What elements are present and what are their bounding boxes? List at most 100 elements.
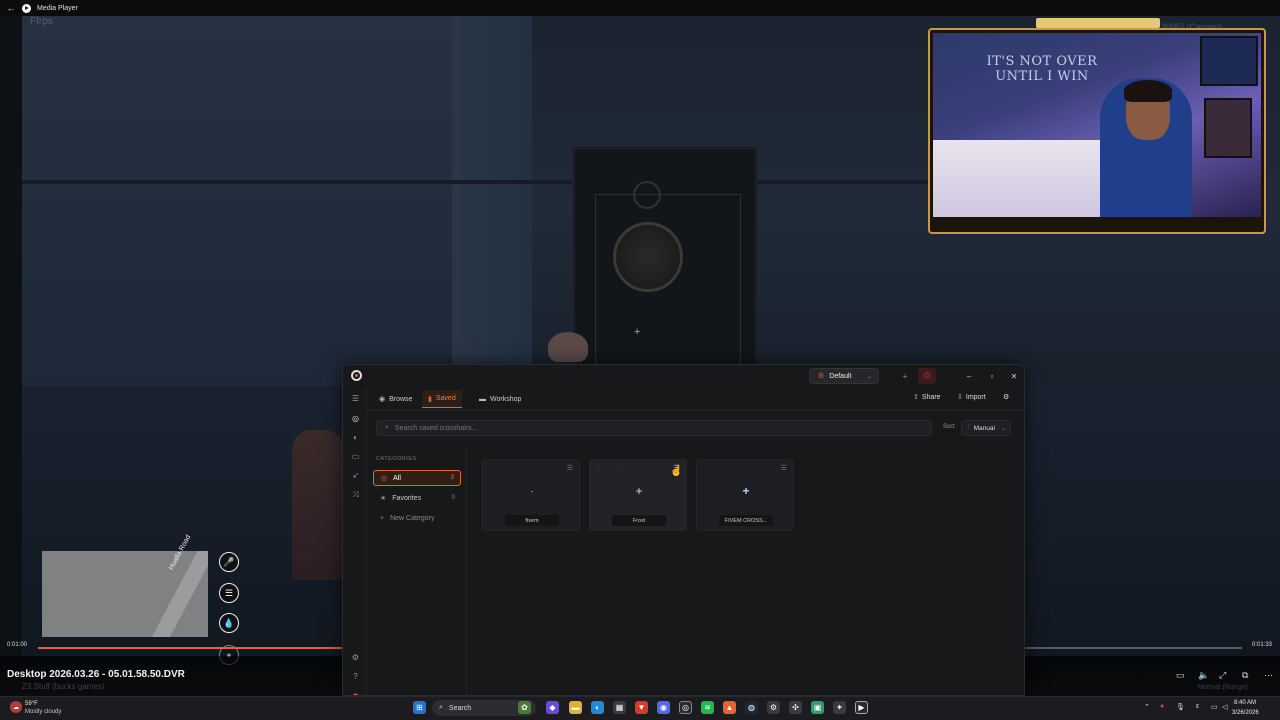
spotify-icon[interactable]: ≋: [701, 701, 714, 714]
file-explorer-icon[interactable]: ▬: [569, 701, 582, 714]
category-count: 0: [451, 495, 455, 501]
duplicate-icon[interactable]: ▫: [616, 464, 618, 470]
card-menu-icon[interactable]: ☰: [567, 464, 573, 472]
new-category-button[interactable]: + New Category: [373, 510, 461, 526]
language-icon[interactable]: ε: [1196, 703, 1199, 710]
launcher-icon[interactable]: ▲: [723, 701, 736, 714]
crosshair-card[interactable]: ☰ + FIVEM CROSS...: [696, 459, 794, 531]
settings-app-icon[interactable]: ⚙: [767, 701, 780, 714]
profile-icon: ⚙: [818, 373, 825, 380]
app-logo-icon: [351, 370, 362, 381]
palette-icon[interactable]: ◐: [350, 432, 361, 443]
crosshair-preview: +: [635, 484, 643, 498]
plus-icon: +: [380, 514, 385, 522]
crosshair-toggle-icon[interactable]: +: [896, 368, 914, 384]
copilot-icon[interactable]: ◆: [546, 701, 559, 714]
tab-workshop[interactable]: ▬ Workshop: [473, 390, 527, 408]
display-icon[interactable]: ▭: [350, 451, 361, 462]
app-tabs: ◉ Browse ▮ Saved ▬ Workshop ⇧ Share ⇩ Im…: [367, 387, 1024, 411]
start-icon[interactable]: ⊞: [413, 701, 426, 714]
search-icon: ⌕: [439, 704, 443, 711]
tab-browse[interactable]: ◉ Browse: [373, 390, 418, 408]
card-menu-icon[interactable]: ☰: [781, 464, 787, 472]
microphone-icon[interactable]: 🎙: [1176, 703, 1185, 711]
scene-crosshair-icon: +: [634, 326, 641, 338]
crosshair-card[interactable]: ☰ · fivem: [482, 459, 580, 531]
crosshair-name: Frost: [612, 515, 666, 526]
scene-wall: [22, 16, 452, 396]
sort-dropdown[interactable]: ⫶ Manual ⌄: [961, 420, 1011, 436]
file-title: Desktop 2026.03.26 - 05.01.58.50.DVR: [7, 669, 185, 680]
webcam-frame-accent: [1036, 18, 1160, 28]
expand-icon[interactable]: ⤢: [1219, 670, 1226, 681]
weather-temp: 59°F: [25, 701, 38, 707]
app-titlebar: ⚙ Default ⌄ + ⏻ – ▫ ✕: [343, 365, 1024, 387]
media-player-title: Media Player: [37, 4, 78, 12]
seek-progress: [38, 647, 346, 649]
webcam-poster: [1200, 36, 1258, 86]
steam-icon[interactable]: ◍: [745, 701, 758, 714]
category-all[interactable]: ◎ All 3: [373, 470, 461, 486]
cursor-icon[interactable]: ➶: [350, 470, 361, 481]
sort-label: Sort:: [943, 424, 956, 430]
search-icon: ⌕: [385, 424, 389, 431]
store-icon[interactable]: ▦: [613, 701, 626, 714]
scene-pillar: [452, 16, 532, 396]
menu-icon[interactable]: ☰: [350, 393, 361, 404]
folder-icon: ▬: [479, 395, 486, 403]
edge-icon[interactable]: ◐: [591, 701, 604, 714]
close-button[interactable]: ✕: [1005, 368, 1023, 384]
favorite-star-icon[interactable]: ☆: [596, 464, 601, 471]
sort-icon: ⫶: [968, 424, 970, 431]
miniplayer-icon[interactable]: ⧉: [1242, 670, 1248, 681]
discord-icon[interactable]: ◉: [657, 701, 670, 714]
categories-header: CATEGORIES: [376, 456, 417, 462]
time-total: 0:01:33: [1252, 642, 1273, 648]
power-button[interactable]: ⏻: [918, 368, 936, 384]
minimize-button[interactable]: –: [960, 368, 978, 384]
brave-icon[interactable]: ▼: [635, 701, 648, 714]
mouse-cursor-icon: ☝: [670, 466, 683, 477]
maximize-button[interactable]: ▫: [983, 368, 1001, 384]
water-drop-icon: 💧: [219, 613, 239, 633]
app-icon[interactable]: ✦: [833, 701, 846, 714]
tab-saved[interactable]: ▮ Saved: [422, 390, 462, 408]
more-options-icon[interactable]: ⋯: [1264, 670, 1273, 681]
tray-chevron-icon[interactable]: ⌃: [1144, 703, 1150, 711]
app-icon[interactable]: ▣: [811, 701, 824, 714]
crosshair-icon: ◎: [381, 475, 388, 482]
tray-app-icon[interactable]: ●: [1160, 703, 1164, 710]
category-favorites[interactable]: ★ Favorites 0: [373, 490, 461, 506]
search-input[interactable]: ⌕ Search saved crosshairs...: [376, 420, 932, 436]
widgets-icon[interactable]: ✿: [518, 701, 531, 714]
settings-icon[interactable]: ⚙: [350, 652, 361, 663]
bookmark-icon: ▮: [428, 395, 432, 403]
crosshair-app-icon[interactable]: ◎: [679, 701, 692, 714]
food-icon: ☰: [219, 583, 239, 603]
clock-date[interactable]: 3/26/2026: [1232, 710, 1259, 716]
crosshair-name: FIVEM CROSS...: [719, 515, 773, 526]
microphone-icon: 🎤: [219, 552, 239, 572]
player-mode-label: Normal (Range): [1198, 684, 1248, 691]
weather-icon[interactable]: ☁: [10, 701, 22, 713]
network-icon[interactable]: ▭: [1211, 703, 1218, 711]
volume-icon[interactable]: ◁: [1222, 703, 1227, 711]
subtitles-icon[interactable]: ▭: [1176, 670, 1185, 681]
time-current: 0:01:00: [7, 642, 28, 648]
profile-dropdown[interactable]: ⚙ Default ⌄: [809, 368, 879, 384]
back-arrow-icon[interactable]: ←: [0, 3, 22, 13]
scene-character: [292, 430, 344, 580]
media-player-icon[interactable]: ▶: [855, 701, 868, 714]
app-icon[interactable]: ✣: [789, 701, 802, 714]
app-sidebar: ☰ ◎ ◐ ▭ ➶ ⤨ ⚙ ? ♥: [343, 387, 367, 695]
shuffle-icon[interactable]: ⤨: [350, 489, 361, 500]
crosshair-nav-icon[interactable]: ◎: [350, 413, 361, 424]
settings-gear-icon[interactable]: ⚙: [1003, 393, 1009, 401]
clock-time[interactable]: 8:40 AM: [1234, 700, 1256, 706]
help-icon[interactable]: ?: [350, 671, 361, 682]
share-button[interactable]: ⇧ Share: [913, 393, 941, 402]
profile-value: Default: [829, 372, 852, 380]
volume-icon[interactable]: 🔈: [1198, 670, 1209, 681]
star-icon: ★: [380, 495, 387, 502]
import-button[interactable]: ⇩ Import: [957, 393, 986, 402]
